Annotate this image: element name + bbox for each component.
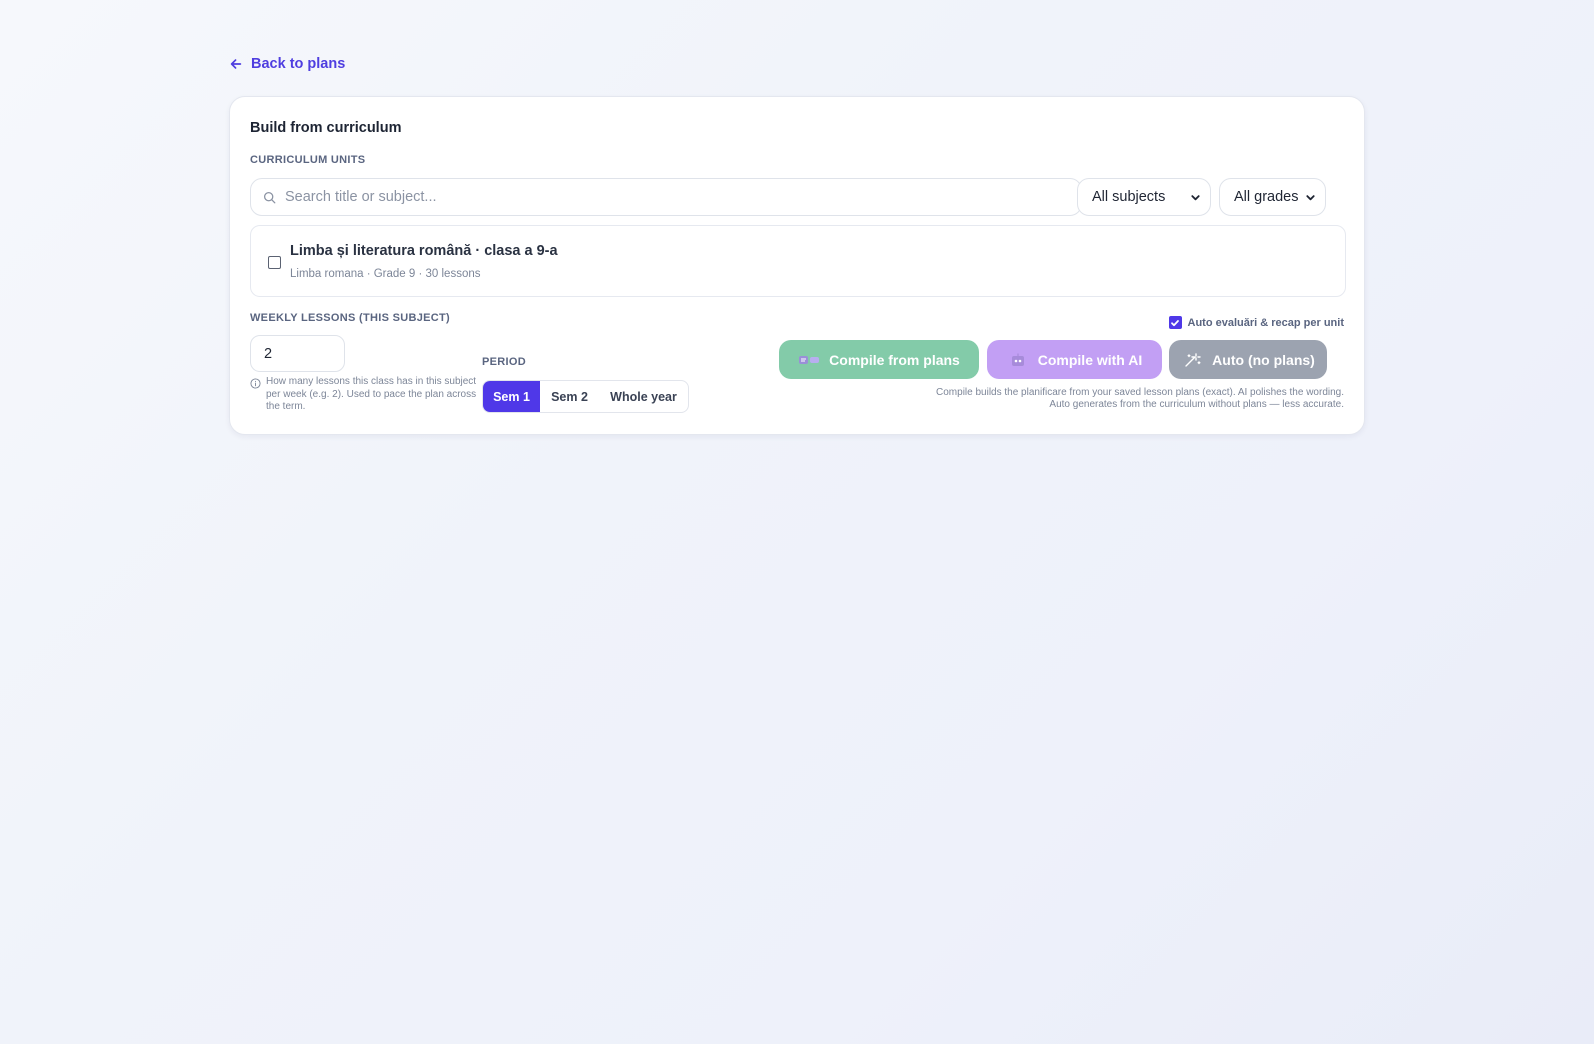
auto-eval-label: Auto evaluări & recap per unit xyxy=(1187,316,1344,329)
check-icon xyxy=(1171,319,1179,326)
search-icon xyxy=(263,191,276,203)
period-option-sem-1[interactable]: Sem 1 xyxy=(483,381,540,412)
weekly-hint-text: How many lessons this class has in this … xyxy=(266,376,477,412)
back-to-plans-link[interactable]: Back to plans xyxy=(229,56,345,72)
chevron-down-icon xyxy=(1306,194,1315,200)
compile-from-plans-button[interactable]: Compile from plans xyxy=(779,340,979,379)
unit-checkbox[interactable] xyxy=(268,256,281,269)
period-option-whole-year[interactable]: Whole year xyxy=(599,381,688,412)
curriculum-units-label: CURRICULUM UNITS xyxy=(250,154,366,166)
weekly-lessons-input[interactable] xyxy=(250,335,345,372)
compile-button-label: Compile from plans xyxy=(829,351,960,368)
unit-title: Limba și literatura română · clasa a 9-a xyxy=(290,243,558,259)
back-link-label: Back to plans xyxy=(251,56,346,72)
card-title: Build from curriculum xyxy=(250,120,402,136)
footnote-line-1: Compile builds the planificare from your… xyxy=(936,387,1344,398)
period-option-sem-2[interactable]: Sem 2 xyxy=(540,381,599,412)
magic-wand-icon xyxy=(1185,352,1201,367)
period-selector: Sem 1 Sem 2 Whole year xyxy=(482,380,689,413)
search-input[interactable] xyxy=(285,179,1081,215)
ai-button-label: Compile with AI xyxy=(1037,351,1143,368)
subject-filter-value: All subjects xyxy=(1092,189,1166,205)
period-label: PERIOD xyxy=(482,356,526,368)
curriculum-unit-item[interactable]: Limba și literatura română · clasa a 9-a… xyxy=(250,225,1346,297)
info-icon xyxy=(250,378,261,389)
actions-footnote: Compile builds the planificare from your… xyxy=(784,387,1344,411)
build-from-curriculum-card: Build from curriculum CURRICULUM UNITS A… xyxy=(229,96,1365,435)
auto-eval-toggle[interactable]: Auto evaluări & recap per unit xyxy=(1168,316,1344,329)
robot-icon xyxy=(1011,353,1024,366)
arrow-left-icon xyxy=(230,59,242,69)
grade-filter-value: All grades xyxy=(1234,189,1299,205)
auto-no-plans-button[interactable]: Auto (no plans) xyxy=(1169,340,1327,379)
plans-icon xyxy=(799,355,820,364)
footnote-line-2: Auto generates from the curriculum witho… xyxy=(1049,399,1344,410)
grade-filter-select[interactable]: All grades xyxy=(1219,178,1326,216)
auto-button-label: Auto (no plans) xyxy=(1212,351,1315,368)
chevron-down-icon xyxy=(1191,194,1200,200)
compile-with-ai-button[interactable]: Compile with AI xyxy=(987,340,1162,379)
search-field[interactable] xyxy=(250,178,1082,216)
subject-filter-select[interactable]: All subjects xyxy=(1077,178,1211,216)
auto-eval-checkbox[interactable] xyxy=(1168,316,1182,329)
weekly-lessons-hint: How many lessons this class has in this … xyxy=(250,376,480,414)
unit-meta: Limba romana · Grade 9 · 30 lessons xyxy=(290,268,481,280)
weekly-lessons-label: WEEKLY LESSONS (THIS SUBJECT) xyxy=(250,312,451,324)
